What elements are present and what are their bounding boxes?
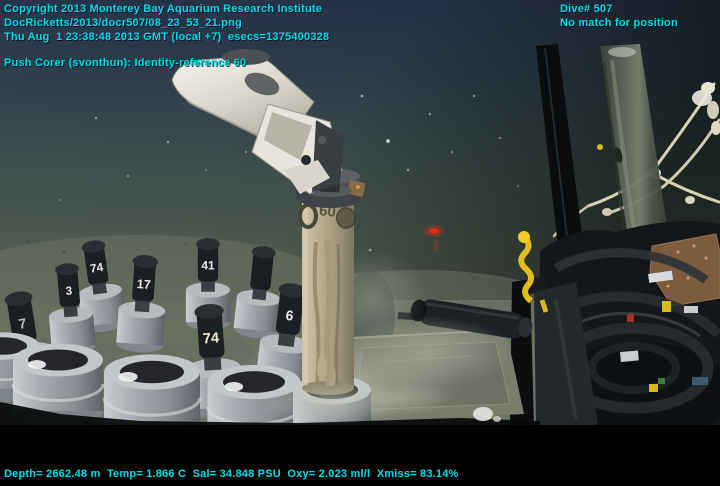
corer-number: 41: [201, 259, 215, 273]
osd-timestamp: Thu Aug 1 23:38:48 2013 GMT (local +7) e…: [4, 30, 329, 44]
corer-number: 17: [136, 277, 151, 292]
osd-sample-annotation: Push Corer (svonthun): Identity-referenc…: [4, 56, 246, 70]
osd-file-path: DocRicketts/2013/docr507/08_23_53_21.png: [4, 16, 242, 30]
osd-copyright: Copyright 2013 Monterey Bay Aquarium Res…: [4, 2, 322, 16]
corer-number: 74: [89, 260, 104, 276]
bottom-bar: Depth= 2662.48 m Temp= 1.866 C Sal= 34.8…: [0, 425, 720, 486]
osd-telemetry: Depth= 2662.48 m Temp= 1.866 C Sal= 34.8…: [4, 467, 459, 481]
video-frame: 74 41 17 3: [0, 0, 720, 486]
corer-number: 74: [202, 330, 220, 347]
osd-position-status: No match for position: [560, 16, 678, 30]
empty-holder: [104, 354, 200, 425]
osd-dive-number: Dive# 507: [560, 2, 613, 16]
